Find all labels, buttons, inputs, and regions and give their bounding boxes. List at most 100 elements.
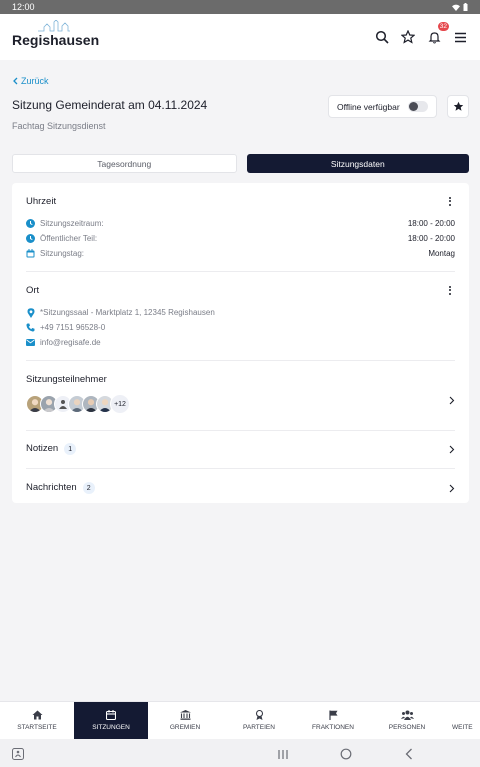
participants-section[interactable]: Sitzungsteilnehmer +12 (26, 372, 455, 414)
tab-bar: Tagesordnung Sitzungsdaten (12, 154, 469, 173)
back-system-button[interactable] (405, 747, 413, 765)
participant-avatars: +12 (26, 394, 130, 414)
more-icon (452, 710, 462, 720)
place-section: Ort *Sitzungssaal - Marktplatz 1, 12345 … (26, 283, 455, 350)
skyline-icon (38, 20, 70, 32)
flag-icon (328, 710, 337, 720)
time-row-period-label: Sitzungszeitraum: (40, 219, 104, 228)
email-icon (26, 338, 35, 347)
clock-icon (26, 219, 35, 228)
place-address-row: *Sitzungssaal - Marktplatz 1, 12345 Regi… (26, 305, 455, 320)
nav-gremien[interactable]: GREMIEN (148, 702, 222, 739)
header-actions: 32 (374, 22, 468, 45)
brand-name: Regishausen (12, 32, 100, 48)
nav-weitere[interactable]: WEITE (444, 702, 480, 739)
time-section-title: Uhrzeit (26, 195, 57, 207)
nav-label: PERSONEN (388, 724, 426, 731)
nav-label: GREMIEN (169, 724, 201, 731)
place-phone: +49 7151 96528-0 (40, 323, 106, 332)
status-icons (452, 3, 468, 11)
recent-apps-button[interactable] (278, 747, 288, 765)
nav-startseite[interactable]: STARTSEITE (0, 702, 74, 739)
notes-count-badge: 1 (64, 443, 77, 456)
status-bar: 12:00 (0, 0, 480, 14)
status-time: 12:00 (12, 2, 35, 12)
people-icon (400, 710, 414, 720)
time-section-menu-button[interactable] (445, 195, 455, 207)
nav-parteien[interactable]: PARTEIEN (222, 702, 296, 739)
page-subtitle: Fachtag Sitzungsdienst (12, 121, 106, 131)
nav-sitzungen[interactable]: SITZUNGEN (74, 702, 148, 739)
system-navigation-bar (0, 739, 480, 767)
messages-row[interactable]: Nachrichten 2 (26, 480, 455, 496)
offline-label: Offline verfügbar (337, 101, 400, 112)
favorite-button[interactable] (447, 95, 469, 118)
chevron-right-icon (449, 445, 455, 453)
notification-badge: 32 (437, 22, 449, 31)
time-section: Uhrzeit Sitzungszeitraum: 18:00 - 20:00 … (26, 194, 455, 261)
chevron-left-icon (13, 77, 18, 85)
nav-personen[interactable]: PERSONEN (370, 702, 444, 739)
place-section-title: Ort (26, 284, 40, 296)
calendar-icon (106, 710, 116, 720)
divider (26, 360, 455, 361)
hamburger-icon (454, 32, 466, 42)
star-outline-icon (401, 30, 415, 44)
more-participants-badge: +12 (110, 394, 130, 414)
time-row-public-label: Öffentlicher Teil: (40, 234, 98, 243)
bell-icon (428, 31, 440, 43)
time-row-public: Öffentlicher Teil: 18:00 - 20:00 (26, 231, 455, 246)
nav-label: PARTEIEN (243, 724, 275, 731)
favorites-button[interactable] (400, 29, 416, 45)
back-arrow-icon (405, 748, 412, 760)
accessibility-icon (12, 748, 24, 760)
user-icon (59, 400, 67, 409)
nav-label: WEITE (452, 724, 473, 731)
nav-label: SITZUNGEN (92, 724, 130, 731)
calendar-icon (26, 249, 35, 258)
tab-sitzungsdaten[interactable]: Sitzungsdaten (246, 154, 469, 173)
notes-label: Notizen (26, 442, 59, 454)
place-section-menu-button[interactable] (445, 284, 455, 296)
menu-button[interactable] (452, 29, 468, 45)
home-circle-icon (340, 748, 352, 760)
nav-label: FRAKTIONEN (312, 724, 354, 731)
place-section-header: Ort (26, 283, 455, 297)
notifications-button[interactable]: 32 (426, 22, 449, 45)
search-icon (375, 30, 389, 44)
time-row-day-value: Montag (428, 249, 455, 258)
messages-label: Nachrichten (26, 481, 77, 493)
star-icon (453, 101, 463, 111)
chevron-right-icon (449, 396, 455, 404)
institution-icon (179, 710, 191, 720)
time-row-day: Sitzungstag: Montag (26, 246, 455, 261)
place-phone-row[interactable]: +49 7151 96528-0 (26, 320, 455, 335)
offline-toggle[interactable] (408, 101, 428, 112)
meeting-details-card: Uhrzeit Sitzungszeitraum: 18:00 - 20:00 … (12, 183, 469, 503)
nav-label: STARTSEITE (17, 724, 57, 731)
place-email: info@regisafe.de (40, 338, 101, 347)
accessibility-button[interactable] (12, 747, 24, 765)
wifi-icon (452, 4, 460, 11)
nav-fraktionen[interactable]: FRAKTIONEN (296, 702, 370, 739)
back-link[interactable]: Zurück (12, 76, 49, 86)
divider (26, 271, 455, 272)
participants-title: Sitzungsteilnehmer (26, 373, 107, 385)
recent-apps-icon (278, 750, 288, 759)
tab-tagesordnung[interactable]: Tagesordnung (12, 154, 237, 173)
phone-icon (26, 323, 35, 332)
offline-toggle-box: Offline verfügbar (328, 95, 437, 118)
brand-logo[interactable]: Regishausen (12, 20, 100, 48)
notes-row[interactable]: Notizen 1 (26, 441, 455, 457)
search-button[interactable] (374, 29, 390, 45)
time-row-period: Sitzungszeitraum: 18:00 - 20:00 (26, 216, 455, 231)
badge-icon (255, 710, 263, 720)
home-system-button[interactable] (340, 747, 352, 765)
chevron-right-icon (449, 484, 455, 492)
divider (26, 430, 455, 431)
divider (26, 468, 455, 469)
clock-icon (26, 234, 35, 243)
app-header: Regishausen 32 (0, 14, 480, 60)
place-email-row[interactable]: info@regisafe.de (26, 335, 455, 350)
battery-icon (463, 3, 468, 11)
